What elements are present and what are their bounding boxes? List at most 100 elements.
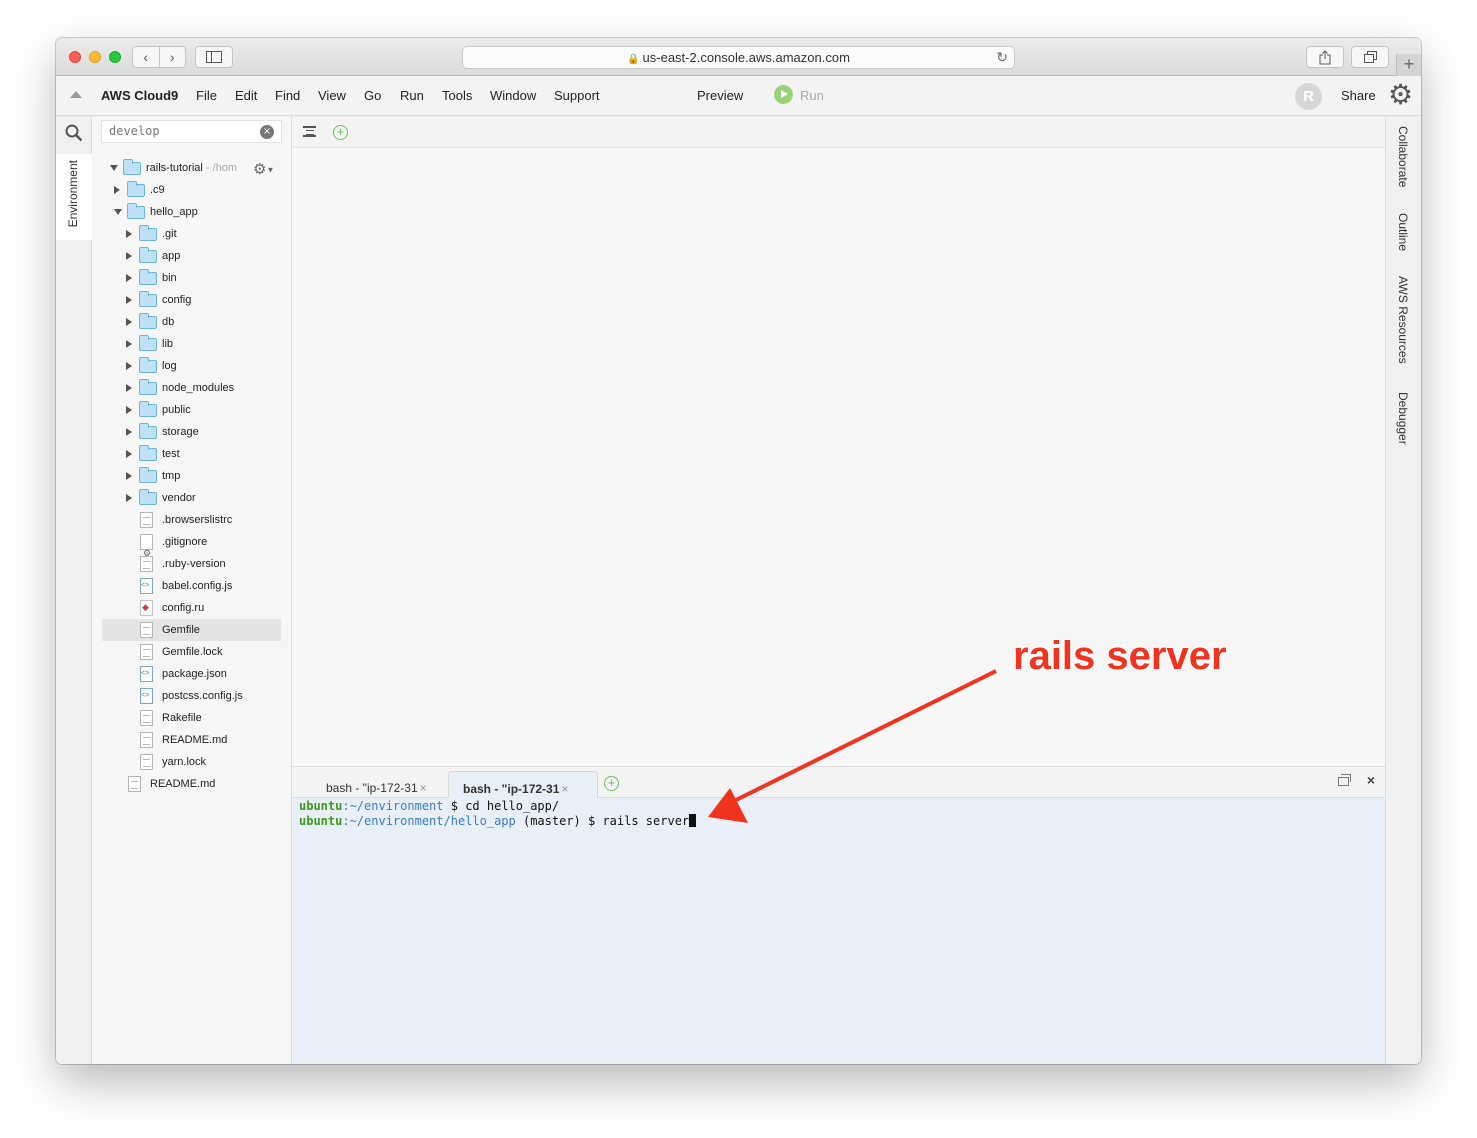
- reload-icon[interactable]: ↻: [996, 47, 1008, 68]
- terminal-output[interactable]: ubuntu:~/environment $ cd hello_app/ ubu…: [292, 798, 1385, 1064]
- app-brand[interactable]: AWS Cloud9: [101, 88, 178, 103]
- expand-arrow-icon[interactable]: [110, 165, 118, 171]
- cloud9-menu-bar: AWS Cloud9 File Edit Find View Go Run To…: [56, 76, 1421, 116]
- gear-icon[interactable]: ⚙: [1388, 80, 1413, 110]
- expand-arrow-icon[interactable]: [126, 296, 132, 304]
- collapse-arrow-icon[interactable]: [114, 209, 122, 215]
- tree-row[interactable]: Gemfile.lock: [102, 641, 281, 663]
- tree-row[interactable]: public: [102, 399, 281, 421]
- tree-row[interactable]: yarn.lock: [102, 751, 281, 773]
- expand-arrow-icon[interactable]: [126, 362, 132, 370]
- menu-tools[interactable]: Tools: [442, 88, 472, 103]
- expand-arrow-icon[interactable]: [126, 340, 132, 348]
- tree-row[interactable]: .browserslistrc: [102, 509, 281, 531]
- tree-row[interactable]: hello_app: [102, 201, 281, 223]
- clear-filter-icon[interactable]: ×: [260, 125, 274, 139]
- tab-aws-resources[interactable]: AWS Resources: [1396, 276, 1410, 364]
- sidebar-toggle-button[interactable]: [195, 46, 233, 68]
- expand-arrow-icon[interactable]: [126, 318, 132, 326]
- menu-view[interactable]: View: [318, 88, 346, 103]
- run-play-icon[interactable]: [774, 85, 793, 104]
- expand-arrow-icon[interactable]: [126, 274, 132, 282]
- share-button[interactable]: Share: [1341, 88, 1376, 103]
- chevron-right-icon[interactable]: ›: [158, 47, 186, 67]
- folder-icon: [127, 203, 145, 219]
- tree-row[interactable]: .git: [102, 223, 281, 245]
- preview-button[interactable]: Preview: [697, 88, 743, 103]
- new-terminal-tab-icon[interactable]: +: [604, 776, 619, 791]
- tree-row[interactable]: config.ru: [102, 597, 281, 619]
- menu-edit[interactable]: Edit: [235, 88, 257, 103]
- collapse-menu-icon[interactable]: [70, 91, 82, 98]
- tree-row[interactable]: log: [102, 355, 281, 377]
- tree-row[interactable]: node_modules: [102, 377, 281, 399]
- tree-row[interactable]: lib: [102, 333, 281, 355]
- tab-environment[interactable]: Environment: [56, 154, 92, 240]
- tab-outline[interactable]: Outline: [1396, 213, 1410, 251]
- tree-row[interactable]: .gitignore: [102, 531, 281, 568]
- expand-arrow-icon[interactable]: [126, 384, 132, 392]
- file-filter-input[interactable]: develop ×: [101, 120, 282, 143]
- menu-support[interactable]: Support: [554, 88, 600, 103]
- menu-go[interactable]: Go: [364, 88, 381, 103]
- tree-row[interactable]: .ruby-version: [102, 553, 281, 575]
- file-icon: [140, 644, 153, 660]
- expand-arrow-icon[interactable]: [126, 428, 132, 436]
- prompt-user: ubuntu: [299, 814, 343, 828]
- expand-arrow-icon[interactable]: [126, 494, 132, 502]
- menu-file[interactable]: File: [196, 88, 217, 103]
- tree-row-label: hello_app: [150, 206, 198, 218]
- restore-panel-icon[interactable]: [1338, 774, 1351, 786]
- address-bar[interactable]: 🔒 us-east-2.console.aws.amazon.com ↻: [462, 46, 1015, 69]
- minimize-window-button[interactable]: [89, 51, 101, 63]
- tree-row[interactable]: test: [102, 443, 281, 465]
- close-window-button[interactable]: [69, 51, 81, 63]
- close-panel-icon[interactable]: ×: [1367, 772, 1375, 788]
- menu-run[interactable]: Run: [400, 88, 424, 103]
- folder-icon: [139, 291, 157, 307]
- avatar[interactable]: R: [1295, 83, 1322, 110]
- terminal-tab-active[interactable]: bash - "ip-172-31 ×: [448, 771, 598, 799]
- tree-row[interactable]: tmp: [102, 465, 281, 487]
- tab-overview-button[interactable]: [1351, 46, 1389, 68]
- new-editor-tab-icon[interactable]: +: [333, 125, 348, 140]
- chevron-left-icon[interactable]: ‹: [133, 47, 159, 67]
- tree-row[interactable]: .c9: [102, 179, 281, 201]
- expand-arrow-icon[interactable]: [126, 406, 132, 414]
- terminal-tab[interactable]: bash - "ip-172-31 ×: [312, 771, 454, 799]
- expand-arrow-icon[interactable]: [114, 186, 120, 194]
- tab-debugger[interactable]: Debugger: [1396, 392, 1410, 445]
- expand-arrow-icon[interactable]: [126, 230, 132, 238]
- tree-row-label: .git: [162, 228, 177, 240]
- new-tab-button[interactable]: +: [1396, 54, 1421, 76]
- share-sheet-button[interactable]: [1306, 46, 1344, 68]
- tree-row[interactable]: storage: [102, 421, 281, 443]
- terminal-tab-strip: bash - "ip-172-31 × bash - "ip-172-31 × + …: [292, 766, 1385, 799]
- tree-row[interactable]: bin: [102, 267, 281, 289]
- tab-list-icon[interactable]: [303, 126, 316, 137]
- tree-settings-gear-icon[interactable]: ⚙▼: [253, 160, 274, 178]
- tab-collaborate[interactable]: Collaborate: [1396, 126, 1410, 187]
- menu-window[interactable]: Window: [490, 88, 536, 103]
- close-tab-icon[interactable]: ×: [420, 781, 427, 795]
- tree-row[interactable]: package.json: [102, 663, 281, 685]
- expand-arrow-icon[interactable]: [126, 252, 132, 260]
- tree-row[interactable]: README.md: [102, 773, 281, 795]
- tree-row[interactable]: babel.config.js: [102, 575, 281, 597]
- expand-arrow-icon[interactable]: [126, 472, 132, 480]
- run-button[interactable]: Run: [800, 88, 824, 103]
- tree-row[interactable]: app: [102, 245, 281, 267]
- tree-row[interactable]: config: [102, 289, 281, 311]
- annotation-label: rails server: [1013, 634, 1227, 678]
- tree-row[interactable]: db: [102, 311, 281, 333]
- menu-find[interactable]: Find: [275, 88, 300, 103]
- tree-row[interactable]: vendor: [102, 487, 281, 509]
- tree-row[interactable]: postcss.config.js: [102, 685, 281, 707]
- tree-row[interactable]: README.md: [102, 729, 281, 751]
- zoom-window-button[interactable]: [109, 51, 121, 63]
- search-icon[interactable]: [65, 124, 83, 142]
- tree-row[interactable]: Rakefile: [102, 707, 281, 729]
- expand-arrow-icon[interactable]: [126, 450, 132, 458]
- tree-row-selected[interactable]: Gemfile: [102, 619, 281, 641]
- close-tab-icon[interactable]: ×: [561, 782, 568, 796]
